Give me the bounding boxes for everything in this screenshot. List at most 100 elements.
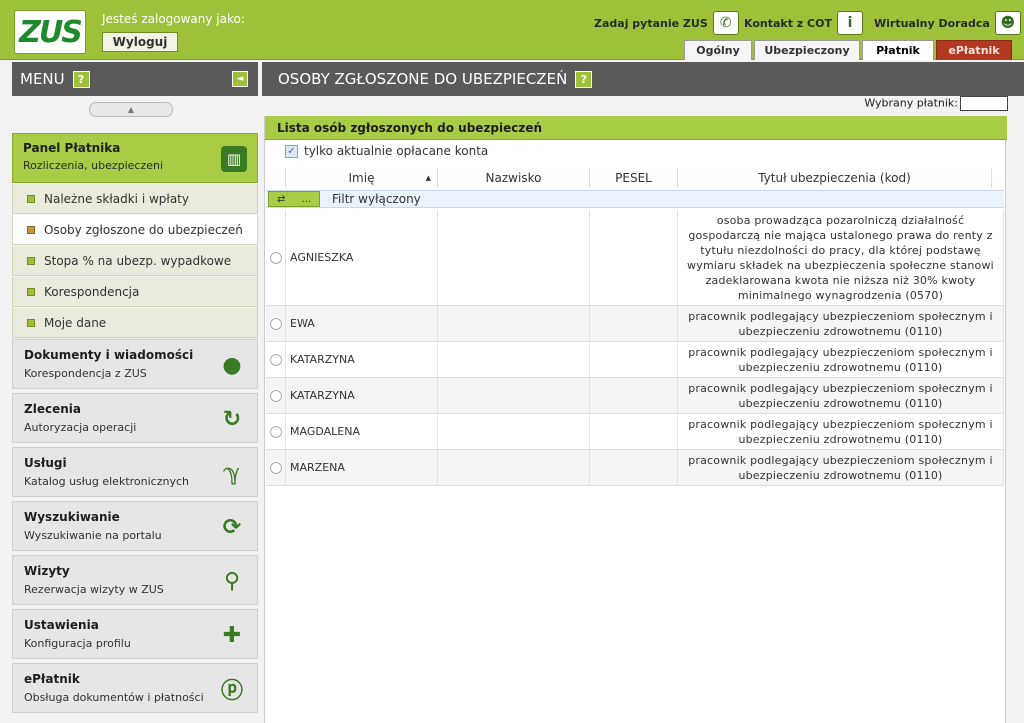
menu-title: MENU [20, 70, 65, 88]
cell-nazwisko [438, 306, 590, 341]
virtual-advisor-link[interactable]: Wirtualny Doradca ☻ [874, 10, 1021, 36]
row-radio[interactable] [270, 389, 282, 402]
page-title: OSOBY ZGŁOSZONE DO UBEZPIECZEŃ [278, 70, 568, 88]
sidebar-group-eplatnik[interactable]: ePłatnik Obsługa dokumentów i płatności … [12, 663, 258, 713]
header-tytul[interactable]: Tytuł ubezpieczenia (kod) [678, 168, 992, 188]
sidebar-item-osoby-zgloszone[interactable]: Osoby zgłoszone do ubezpieczeń [12, 215, 258, 245]
cell-pesel [590, 210, 678, 305]
cell-tytul: pracownik podlegający ubezpieczeniom spo… [678, 378, 1004, 413]
sidebar-group-dokumenty[interactable]: Dokumenty i wiadomości Korespondencja z … [12, 339, 258, 389]
cell-imie: EWA [286, 306, 438, 341]
row-radio[interactable] [270, 461, 282, 474]
bullet-icon [27, 318, 35, 327]
cell-pesel [590, 342, 678, 377]
sidebar-group-wyszukiwanie[interactable]: Wyszukiwanie Wyszukiwanie na portalu ⟳ [12, 501, 258, 551]
info-icon: i [836, 11, 863, 35]
table-row[interactable]: MAGDALENA pracownik podlegający ubezpiec… [266, 414, 1004, 450]
sidebar-panel-platnika[interactable]: Panel Płatnika Rozliczenia, ubezpieczeni… [12, 133, 258, 183]
sidebar-group-zlecenia[interactable]: Zlecenia Autoryzacja operacji ↻ [12, 393, 258, 443]
cell-nazwisko [438, 378, 590, 413]
walking-person-icon: ⚲ [223, 568, 241, 594]
table-row[interactable]: KATARZYNA pracownik podlegający ubezpiec… [266, 378, 1004, 414]
active-accounts-checkbox[interactable]: ✓ [285, 144, 298, 158]
filter-row: ⇄ ... Filtr wyłączony [266, 190, 1004, 208]
contact-cot-link[interactable]: Kontakt z COT i [744, 10, 863, 36]
header-imie[interactable]: Imię ▲ [286, 168, 438, 188]
sidebar-group-ustawienia[interactable]: Ustawienia Konfiguracja profilu ✚ [12, 609, 258, 659]
sidebar-item-label: Moje dane [44, 315, 107, 330]
cell-tytul: pracownik podlegający ubezpieczeniom spo… [678, 342, 1004, 377]
active-accounts-filter[interactable]: ✓ tylko aktualnie opłacane konta [285, 144, 488, 158]
cell-imie: MARZENA [286, 450, 438, 485]
header-nazwisko[interactable]: Nazwisko [438, 168, 590, 188]
menu-scroll-up-button[interactable]: ▲ [89, 102, 173, 117]
sidebar-group-wizyty[interactable]: Wizyty Rezerwacja wizyty w ZUS ⚲ [12, 555, 258, 605]
speech-bubble-icon: ● [222, 352, 242, 378]
filter-status: Filtr wyłączony [332, 192, 421, 206]
menu-header: MENU ? ◄ [12, 62, 258, 96]
cell-imie: KATARZYNA [286, 378, 438, 413]
table-row[interactable]: AGNIESZKA osoba prowadząca pozarolniczą … [266, 210, 1004, 306]
table-row[interactable]: MARZENA pracownik podlegający ubezpiecze… [266, 450, 1004, 486]
cell-pesel [590, 306, 678, 341]
row-radio[interactable] [270, 425, 282, 438]
cell-tytul: pracownik podlegający ubezpieczeniom spo… [678, 414, 1004, 449]
filter-button[interactable]: ⇄ ... [268, 191, 320, 207]
cell-nazwisko [438, 210, 590, 305]
sidebar-item-naleznne-skladki[interactable]: Należne składki i wpłaty [12, 184, 258, 214]
cell-imie: AGNIESZKA [286, 210, 438, 305]
logout-button[interactable]: Wyloguj [102, 32, 178, 52]
selected-payer-row: Wybrany płatnik: [262, 96, 1024, 112]
sidebar-item-korespondencja[interactable]: Korespondencja [12, 277, 258, 307]
header-pesel[interactable]: PESEL [590, 168, 678, 188]
cell-nazwisko [438, 414, 590, 449]
cell-imie: MAGDALENA [286, 414, 438, 449]
sidebar-item-label: Należne składki i wpłaty [44, 191, 189, 206]
sidebar-item-stopa-wypadkowe[interactable]: Stopa % na ubezp. wypadkowe [12, 246, 258, 276]
ask-question-label: Zadaj pytanie ZUS [594, 16, 708, 30]
row-radio[interactable] [270, 317, 282, 330]
cell-nazwisko [438, 450, 590, 485]
selected-payer-field[interactable] [960, 96, 1008, 111]
top-tabs: Ogólny Ubezpieczony Płatnik ePłatnik [682, 40, 1012, 60]
page-title-bar: OSOBY ZGŁOSZONE DO UBEZPIECZEŃ ? [262, 62, 1024, 96]
row-radio[interactable] [270, 251, 282, 264]
row-radio[interactable] [270, 353, 282, 366]
refresh-icon: ↻ [222, 406, 242, 432]
user-icon: ☻ [994, 11, 1021, 35]
sidebar-item-label: Korespondencja [44, 284, 140, 299]
menu-help-icon[interactable]: ? [72, 70, 90, 88]
virtual-advisor-label: Wirtualny Doradca [874, 16, 990, 30]
chat-bubble-icon: ✆ [712, 11, 739, 35]
bullet-icon [27, 256, 35, 265]
cell-tytul: osoba prowadząca pozarolniczą działalnoś… [678, 210, 1004, 305]
network-icon: ℽ [223, 460, 241, 486]
sync-icon: ⟳ [222, 514, 242, 540]
top-header: ZUS Jesteś zalogowany jako: Wyloguj Zada… [0, 0, 1024, 60]
bullet-icon [27, 194, 35, 203]
epayer-icon: ⓟ [220, 679, 243, 704]
selected-payer-label: Wybrany płatnik: [864, 96, 958, 110]
bullet-icon [27, 225, 35, 234]
cell-pesel [590, 414, 678, 449]
tab-eplatnik[interactable]: ePłatnik [936, 40, 1012, 60]
bullet-icon [27, 287, 35, 296]
zus-logo[interactable]: ZUS [14, 10, 86, 54]
ask-question-link[interactable]: Zadaj pytanie ZUS ✆ [594, 10, 739, 36]
tab-ogolny[interactable]: Ogólny [684, 40, 752, 60]
sidebar-item-moje-dane[interactable]: Moje dane [12, 308, 258, 338]
cell-pesel [590, 450, 678, 485]
page-help-icon[interactable]: ? [575, 70, 593, 88]
cell-pesel [590, 378, 678, 413]
table-row[interactable]: EWA pracownik podlegający ubezpieczeniom… [266, 306, 1004, 342]
puzzle-icon: ✚ [222, 622, 242, 648]
sidebar-item-label: Osoby zgłoszone do ubezpieczeń [44, 222, 243, 237]
tab-platnik[interactable]: Płatnik [862, 40, 934, 60]
table-header: Imię ▲ Nazwisko PESEL Tytuł ubezpieczeni… [266, 168, 1004, 188]
filter-button-label: ... [301, 193, 311, 205]
cell-imie: KATARZYNA [286, 342, 438, 377]
sidebar-group-uslugi[interactable]: Usługi Katalog usług elektronicznych ℽ [12, 447, 258, 497]
table-row[interactable]: KATARZYNA pracownik podlegający ubezpiec… [266, 342, 1004, 378]
menu-collapse-icon[interactable]: ◄ [232, 71, 248, 87]
tab-ubezpieczony[interactable]: Ubezpieczony [754, 40, 860, 60]
